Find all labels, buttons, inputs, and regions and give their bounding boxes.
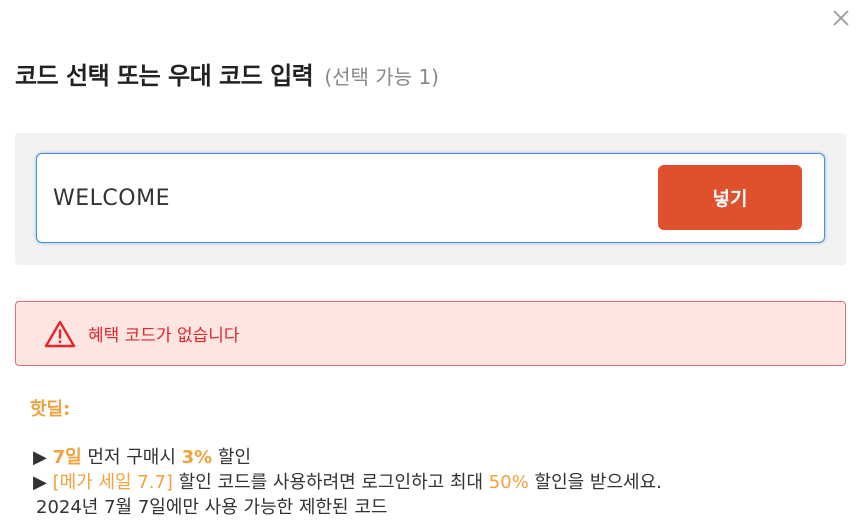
apply-code-button[interactable]: 넣기 [658,165,802,230]
dialog-title: 코드 선택 또는 우대 코드 입력 [15,62,314,90]
deal1-text2: 할인 [212,447,252,468]
close-icon [833,10,849,26]
deal-line-2: ▶ [메가 세일 7.7] 할인 코드를 사용하려면 로그인하고 최대 50% … [33,468,662,494]
bullet-icon: ▶ [33,472,47,493]
dialog-subtitle: (선택 가능 1) [324,65,439,89]
deal1-text1: 먼저 구매시 [81,447,182,468]
hot-deals-label: 핫딜: [30,399,71,420]
deal1-days: 7일 [52,447,82,468]
code-entry-panel: 넣기 [15,133,846,265]
deal-line-2-note: 2024년 7월 7일에만 사용 가능한 제한된 코드 [36,497,388,518]
deal1-percent: 3% [181,447,213,468]
code-input-wrapper: 넣기 [36,153,825,243]
error-message: 혜택 코드가 없습니다 [88,326,240,346]
promo-code-input[interactable] [53,154,633,242]
deal2-text2: 할인을 받으세요. [528,472,662,493]
error-alert: 혜택 코드가 없습니다 [15,301,846,366]
deal2-text1: 할인 코드를 사용하려면 로그인하고 최대 [172,472,489,493]
dialog-title-row: 코드 선택 또는 우대 코드 입력 (선택 가능 1) [15,56,439,91]
close-button[interactable] [829,6,853,30]
deal-line-1: ▶ 7일 먼저 구매시 3% 할인 [33,443,251,469]
deal2-code: [메가 세일 7.7] [52,472,173,493]
bullet-icon: ▶ [33,447,47,468]
deal2-percent: 50% [488,472,529,493]
warning-icon [44,320,76,347]
